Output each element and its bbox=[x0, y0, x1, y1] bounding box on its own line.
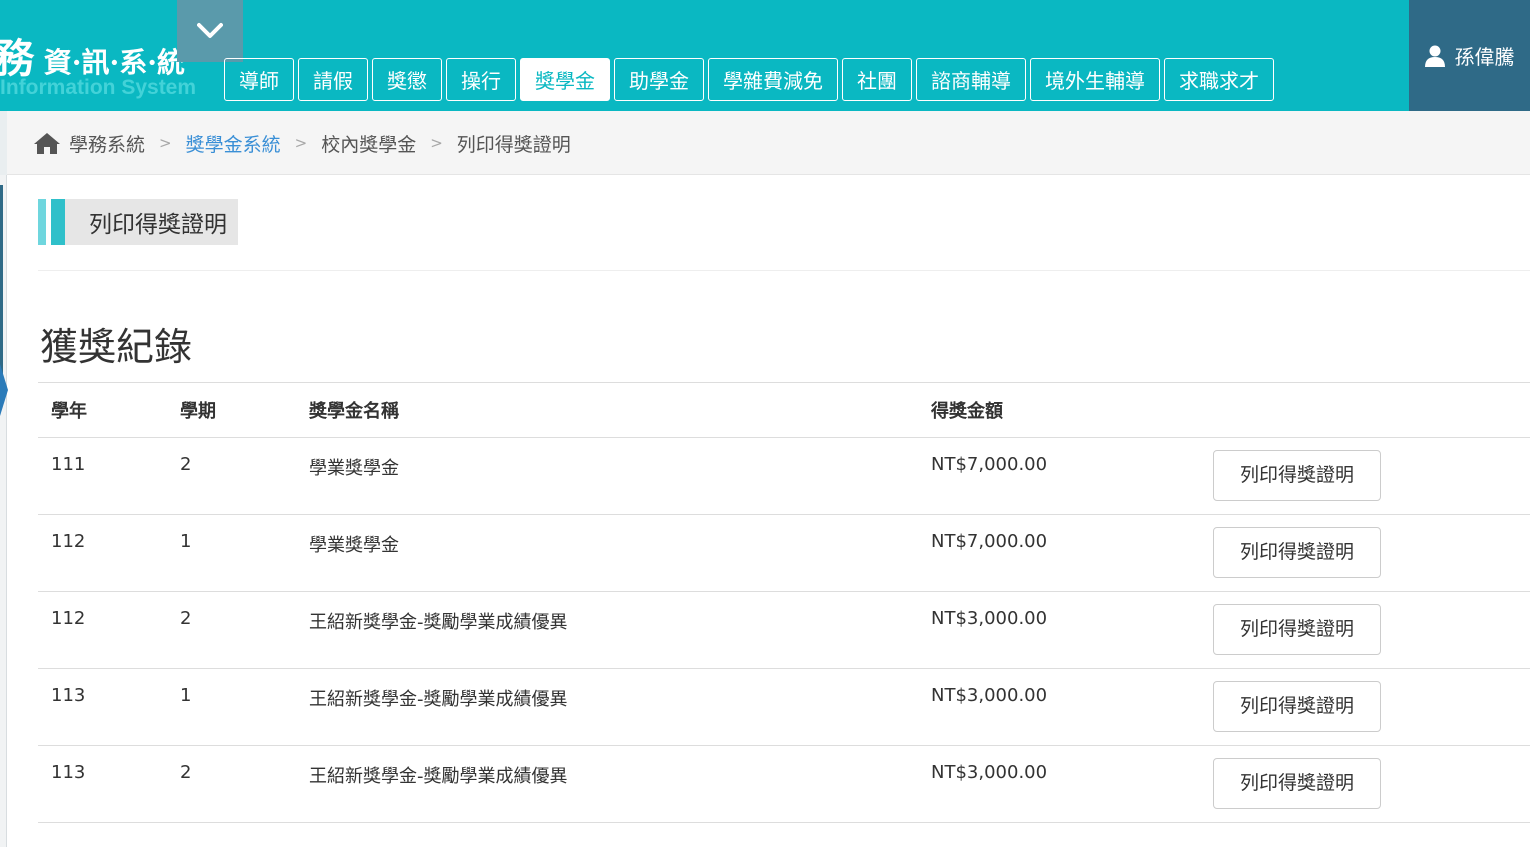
cell-year: 111 bbox=[38, 437, 167, 515]
cell-year: 112 bbox=[38, 514, 167, 592]
breadcrumb-bar: 學務系統 > 獎學金系統 > 校內獎學金 > 列印得獎證明 bbox=[0, 111, 1530, 175]
home-icon[interactable] bbox=[33, 131, 61, 155]
award-records-table: 學年 學期 獎學金名稱 得獎金額 111 2 學業獎學金 NT$7,000.00 列印得… bbox=[38, 382, 1530, 823]
section-heading: 獲獎紀錄 bbox=[40, 325, 193, 369]
table-body: 111 2 學業獎學金 NT$7,000.00 列印得獎證明 112 1 學業獎學金 NT$7,… bbox=[38, 437, 1530, 823]
sidebar-toggle-tab[interactable] bbox=[0, 364, 8, 416]
column-header-scholarship-name: 獎學金名稱 bbox=[296, 382, 918, 438]
table-row: 112 2 王紹新獎學金-獎勵學業成績優異 NT$3,000.00 列印得獎證明 bbox=[38, 591, 1530, 669]
table-row: 111 2 學業獎學金 NT$7,000.00 列印得獎證明 bbox=[38, 437, 1530, 515]
table-row: 113 1 王紹新獎學金-獎勵學業成績優異 NT$3,000.00 列印得獎證明 bbox=[38, 668, 1530, 746]
nav-tab-10[interactable]: 求職求才 bbox=[1164, 58, 1274, 101]
cell-action: 列印得獎證明 bbox=[1200, 514, 1530, 592]
cell-scholarship-name: 學業獎學金 bbox=[296, 437, 918, 515]
nav-tab-3[interactable]: 操行 bbox=[446, 58, 516, 101]
user-icon bbox=[1424, 45, 1445, 67]
chevron-right-icon: > bbox=[159, 134, 172, 152]
cell-amount: NT$7,000.00 bbox=[918, 514, 1200, 592]
column-header-action bbox=[1200, 382, 1530, 438]
divider bbox=[38, 270, 1530, 271]
print-certificate-button[interactable]: 列印得獎證明 bbox=[1213, 527, 1381, 578]
cell-scholarship-name: 王紹新獎學金-獎勵學業成績優異 bbox=[296, 668, 918, 746]
page-title: 列印得獎證明 bbox=[65, 199, 238, 245]
title-decoration bbox=[51, 199, 65, 245]
nav-tab-0[interactable]: 導師 bbox=[224, 58, 294, 101]
cell-term: 1 bbox=[167, 514, 296, 592]
print-certificate-button[interactable]: 列印得獎證明 bbox=[1213, 604, 1381, 655]
cell-amount: NT$3,000.00 bbox=[918, 591, 1200, 669]
print-certificate-button[interactable]: 列印得獎證明 bbox=[1213, 681, 1381, 732]
breadcrumb-item-home[interactable]: 學務系統 bbox=[69, 130, 145, 157]
print-certificate-button[interactable]: 列印得獎證明 bbox=[1213, 450, 1381, 501]
user-name: 孫偉騰 bbox=[1454, 45, 1515, 69]
cell-term: 1 bbox=[167, 668, 296, 746]
cell-year: 113 bbox=[38, 745, 167, 823]
collapse-menu-button[interactable] bbox=[177, 0, 243, 62]
cell-year: 112 bbox=[38, 591, 167, 669]
user-menu[interactable]: 孫偉騰 bbox=[1409, 0, 1530, 111]
chevron-down-icon bbox=[197, 23, 223, 38]
chevron-right-icon: > bbox=[294, 134, 308, 152]
page-title-block: 列印得獎證明 bbox=[38, 199, 238, 245]
cell-scholarship-name: 王紹新獎學金-獎勵學業成績優異 bbox=[296, 745, 918, 823]
column-header-year: 學年 bbox=[38, 382, 167, 438]
nav-tab-2[interactable]: 獎懲 bbox=[372, 58, 442, 101]
cell-amount: NT$3,000.00 bbox=[918, 745, 1200, 823]
top-header: 務 資·訊·系·統 Information System 導師 請假 獎懲 操行 獎學金… bbox=[0, 0, 1530, 111]
cell-action: 列印得獎證明 bbox=[1200, 437, 1530, 515]
breadcrumb-item-school-scholarship[interactable]: 校內獎學金 bbox=[321, 130, 416, 157]
column-header-term: 學期 bbox=[167, 382, 296, 438]
column-header-amount: 得獎金額 bbox=[918, 382, 1200, 438]
title-decoration bbox=[38, 199, 46, 245]
breadcrumb-item-current: 列印得獎證明 bbox=[456, 133, 571, 156]
cell-term: 2 bbox=[167, 745, 296, 823]
cell-term: 2 bbox=[167, 591, 296, 669]
table-row: 112 1 學業獎學金 NT$7,000.00 列印得獎證明 bbox=[38, 514, 1530, 592]
nav-tab-9[interactable]: 境外生輔導 bbox=[1030, 58, 1160, 101]
breadcrumb-edge bbox=[0, 111, 7, 175]
cell-amount: NT$3,000.00 bbox=[918, 668, 1200, 746]
cell-action: 列印得獎證明 bbox=[1200, 591, 1530, 669]
nav-tab-1[interactable]: 請假 bbox=[298, 58, 368, 101]
nav-tab-5[interactable]: 助學金 bbox=[614, 58, 704, 101]
chevron-right-icon: > bbox=[430, 134, 443, 152]
cell-scholarship-name: 王紹新獎學金-獎勵學業成績優異 bbox=[296, 591, 918, 669]
cell-term: 2 bbox=[167, 437, 296, 515]
nav-tab-6[interactable]: 學雜費減免 bbox=[708, 58, 838, 101]
table-header-row: 學年 學期 獎學金名稱 得獎金額 bbox=[38, 382, 1530, 438]
nav-tab-7[interactable]: 社團 bbox=[842, 58, 912, 101]
cell-amount: NT$7,000.00 bbox=[918, 437, 1200, 515]
logo-subtitle: Information System bbox=[0, 76, 197, 99]
breadcrumb: 學務系統 > 獎學金系統 > 校內獎學金 > 列印得獎證明 bbox=[33, 111, 571, 175]
left-sidebar-edge bbox=[0, 175, 7, 847]
table-row: 113 2 王紹新獎學金-獎勵學業成績優異 NT$3,000.00 列印得獎證明 bbox=[38, 745, 1530, 823]
cell-action: 列印得獎證明 bbox=[1200, 745, 1530, 823]
cell-action: 列印得獎證明 bbox=[1200, 668, 1530, 746]
cell-scholarship-name: 學業獎學金 bbox=[296, 514, 918, 592]
cell-year: 113 bbox=[38, 668, 167, 746]
breadcrumb-item-scholarship-system[interactable]: 獎學金系統 bbox=[186, 130, 281, 157]
print-certificate-button[interactable]: 列印得獎證明 bbox=[1213, 758, 1381, 809]
nav-tab-8[interactable]: 諮商輔導 bbox=[916, 58, 1026, 101]
main-nav: 導師 請假 獎懲 操行 獎學金 助學金 學雜費減免 社團 諮商輔導 境外生輔導 求職求才 bbox=[224, 58, 1274, 101]
nav-tab-4[interactable]: 獎學金 bbox=[520, 58, 610, 101]
